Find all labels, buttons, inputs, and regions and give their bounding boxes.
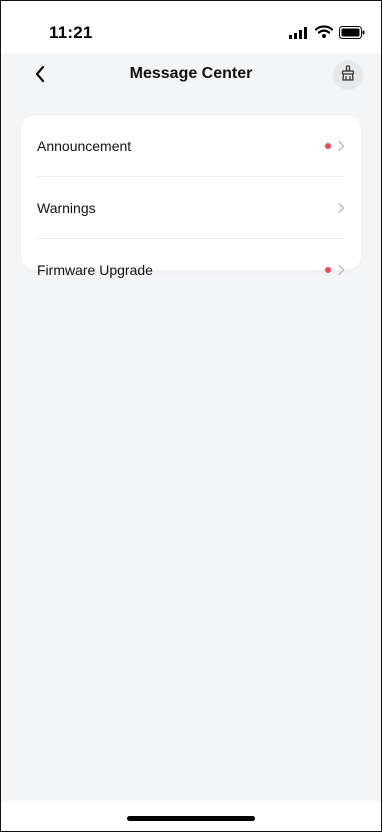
menu-item-announcement[interactable]: Announcement bbox=[37, 115, 345, 176]
unread-dot bbox=[325, 142, 331, 149]
chevron-right-icon bbox=[338, 140, 345, 151]
menu-item-accessory bbox=[325, 140, 345, 152]
signal-icon bbox=[289, 26, 309, 44]
home-indicator[interactable] bbox=[127, 816, 255, 821]
nav-bar: Message Center bbox=[1, 53, 381, 101]
status-icons bbox=[289, 25, 365, 44]
menu-item-accessory bbox=[337, 202, 345, 214]
menu-item-warnings[interactable]: Warnings bbox=[37, 176, 345, 238]
message-categories-card: Announcement Warnings Firmware Upgrade bbox=[21, 115, 361, 278]
menu-item-accessory bbox=[325, 264, 345, 276]
phone-frame: 11:21 Message Center Announcement Warnin… bbox=[0, 0, 382, 832]
menu-item-label: Warnings bbox=[37, 199, 96, 216]
status-time: 11:21 bbox=[49, 23, 93, 42]
wifi-icon bbox=[314, 25, 334, 44]
chevron-right-icon bbox=[338, 202, 345, 213]
unread-dot bbox=[325, 266, 331, 273]
chevron-right-icon bbox=[338, 264, 345, 275]
menu-item-label: Firmware Upgrade bbox=[37, 261, 153, 278]
battery-icon bbox=[339, 25, 365, 44]
menu-item-label: Announcement bbox=[37, 137, 132, 154]
clear-messages-button[interactable] bbox=[333, 60, 363, 90]
menu-item-firmware-upgrade[interactable]: Firmware Upgrade bbox=[37, 238, 345, 300]
broom-icon bbox=[340, 64, 356, 86]
page-title: Message Center bbox=[129, 65, 253, 82]
status-bar: 11:21 bbox=[1, 1, 381, 53]
